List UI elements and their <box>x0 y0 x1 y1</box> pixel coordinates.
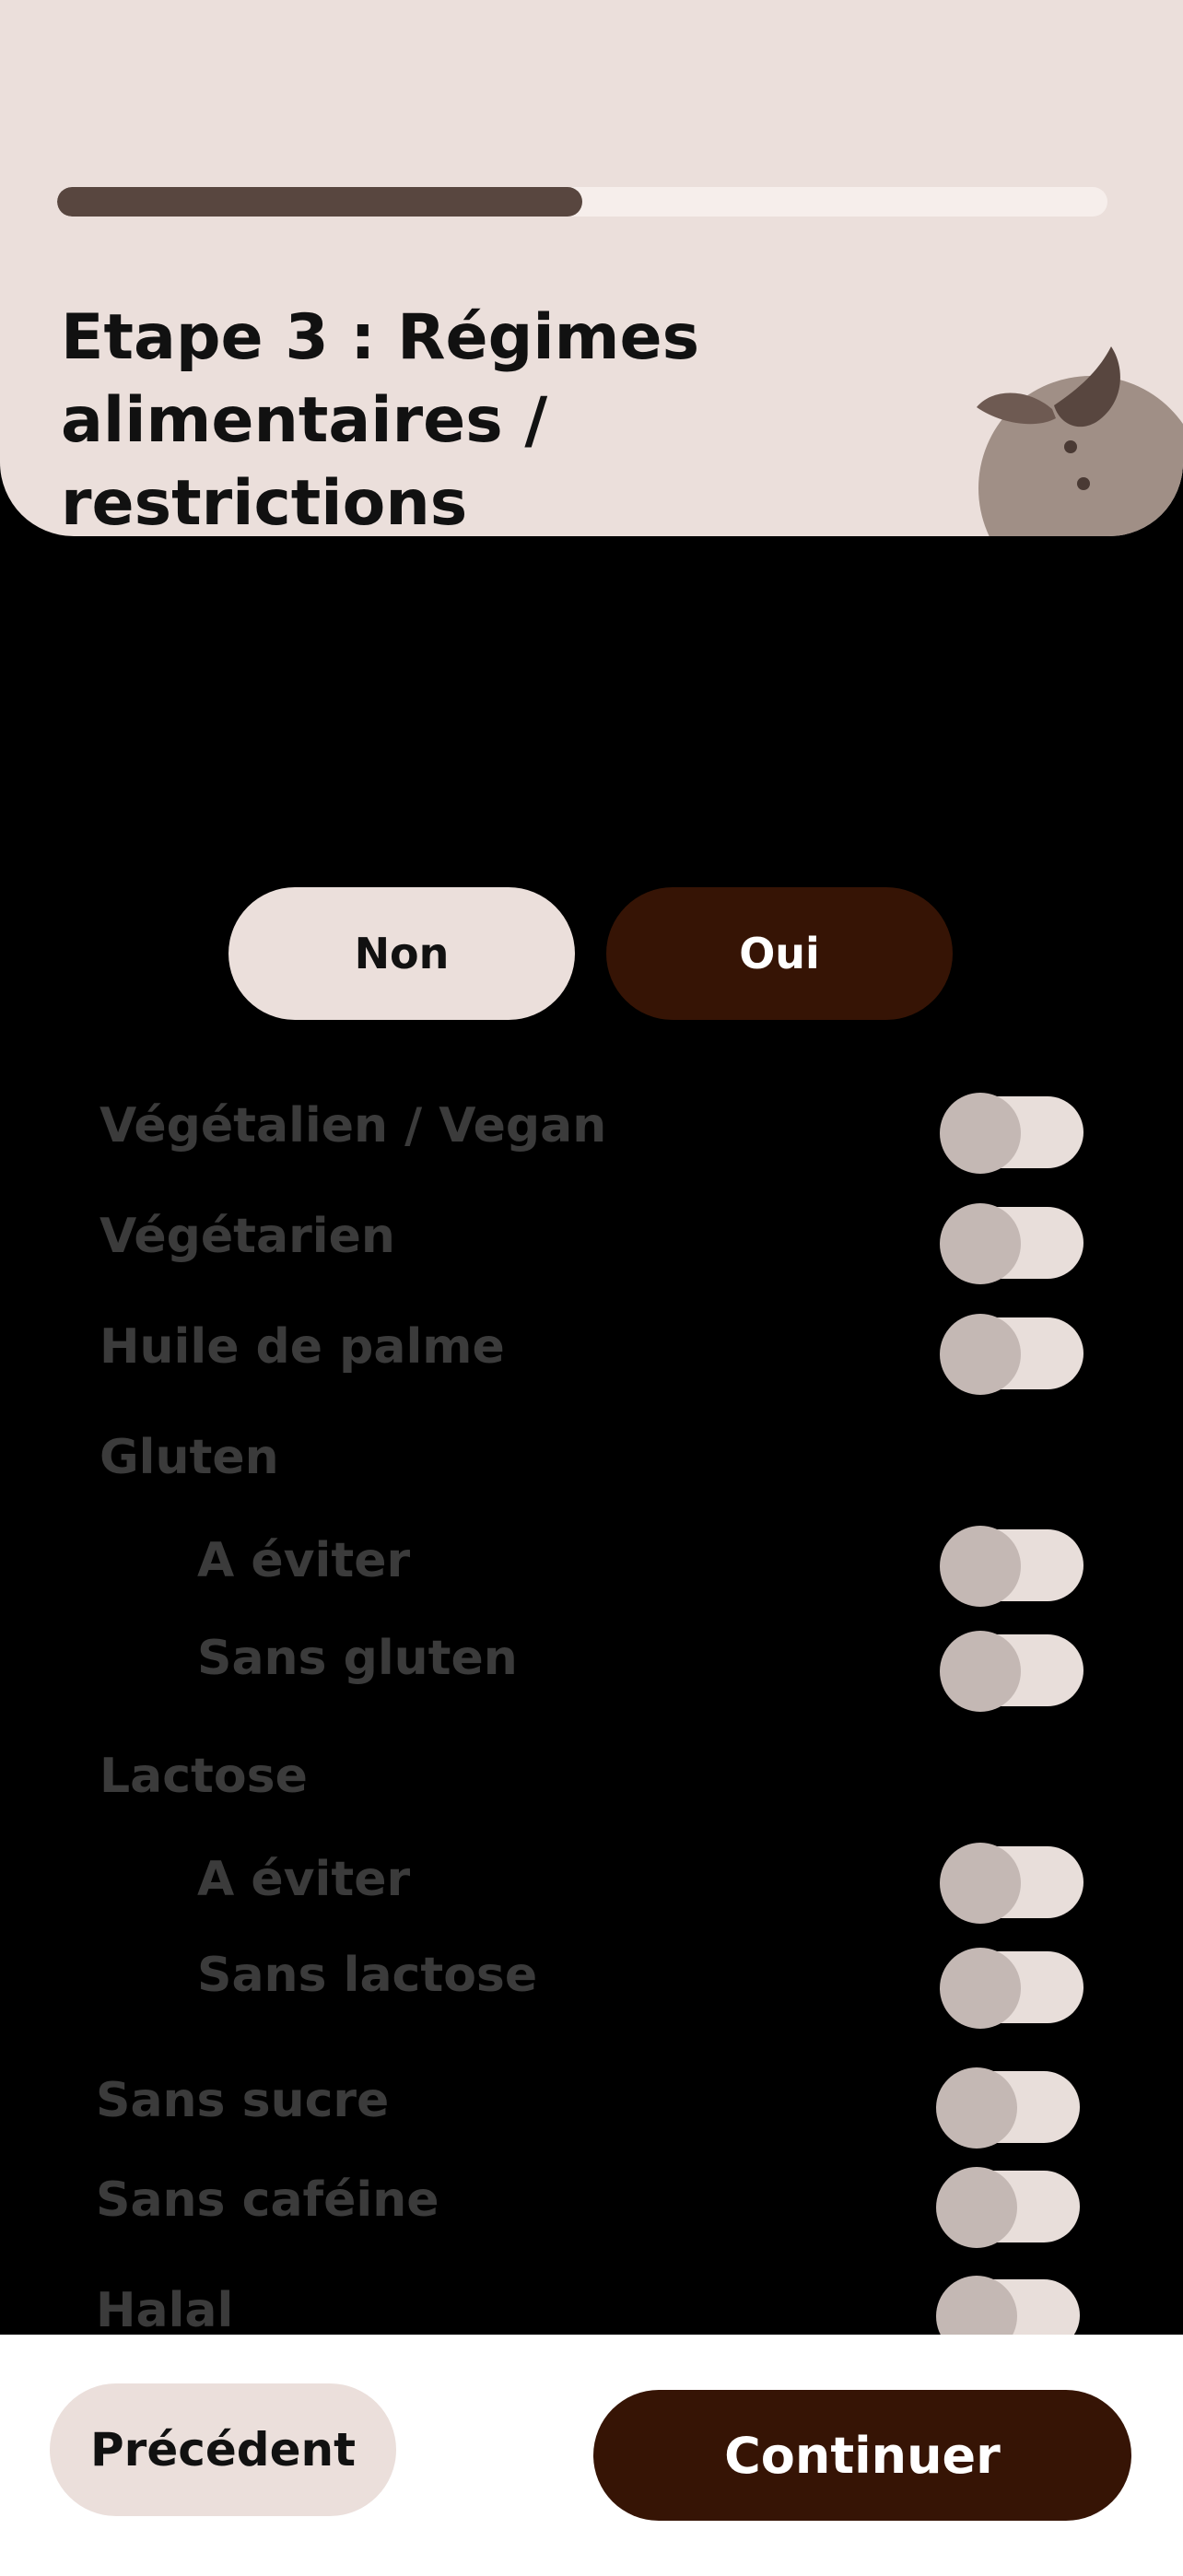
toggle-sans-cafeine[interactable] <box>936 2167 1082 2248</box>
toggle-gluten-eviter[interactable] <box>940 1526 1085 1607</box>
toggle-lactose-eviter[interactable] <box>940 1843 1085 1924</box>
toggle-vegetarien[interactable] <box>940 1203 1085 1284</box>
previous-button[interactable]: Précédent <box>50 2383 396 2516</box>
option-label-huile-de-palme: Huile de palme <box>100 1319 505 1375</box>
option-label-sans-cafeine: Sans caféine <box>96 2172 439 2228</box>
option-label-vegetarien: Végétarien <box>100 1209 395 1264</box>
toggle-vegan[interactable] <box>940 1093 1085 1174</box>
toggle-sans-sucre[interactable] <box>936 2067 1082 2149</box>
option-label-lactose-eviter: A éviter <box>197 1852 411 1907</box>
option-label-sans-lactose: Sans lactose <box>197 1948 538 2003</box>
header: Etape 3 : Régimes alimentaires / restric… <box>0 0 1183 536</box>
continue-button[interactable]: Continuer <box>593 2390 1131 2521</box>
toggle-huile-de-palme[interactable] <box>940 1314 1085 1395</box>
section-label-lactose: Lactose <box>100 1749 308 1804</box>
page-title: Etape 3 : Régimes alimentaires / restric… <box>61 301 700 536</box>
option-label-sans-sucre: Sans sucre <box>96 2073 390 2128</box>
section-label-gluten: Gluten <box>100 1430 279 1485</box>
progress-bar <box>57 187 1107 217</box>
fruit-icon <box>977 346 1183 536</box>
option-label-vegan: Végétalien / Vegan <box>100 1098 607 1153</box>
toggle-sans-lactose[interactable] <box>940 1948 1085 2029</box>
toggle-sans-gluten[interactable] <box>940 1631 1085 1712</box>
progress-fill <box>57 187 582 217</box>
option-label-halal: Halal <box>96 2283 234 2338</box>
option-label-gluten-eviter: A éviter <box>197 1533 411 1588</box>
option-label-sans-gluten: Sans gluten <box>197 1631 518 1686</box>
oui-button[interactable]: Oui <box>606 887 953 1020</box>
non-button[interactable]: Non <box>228 887 575 1020</box>
